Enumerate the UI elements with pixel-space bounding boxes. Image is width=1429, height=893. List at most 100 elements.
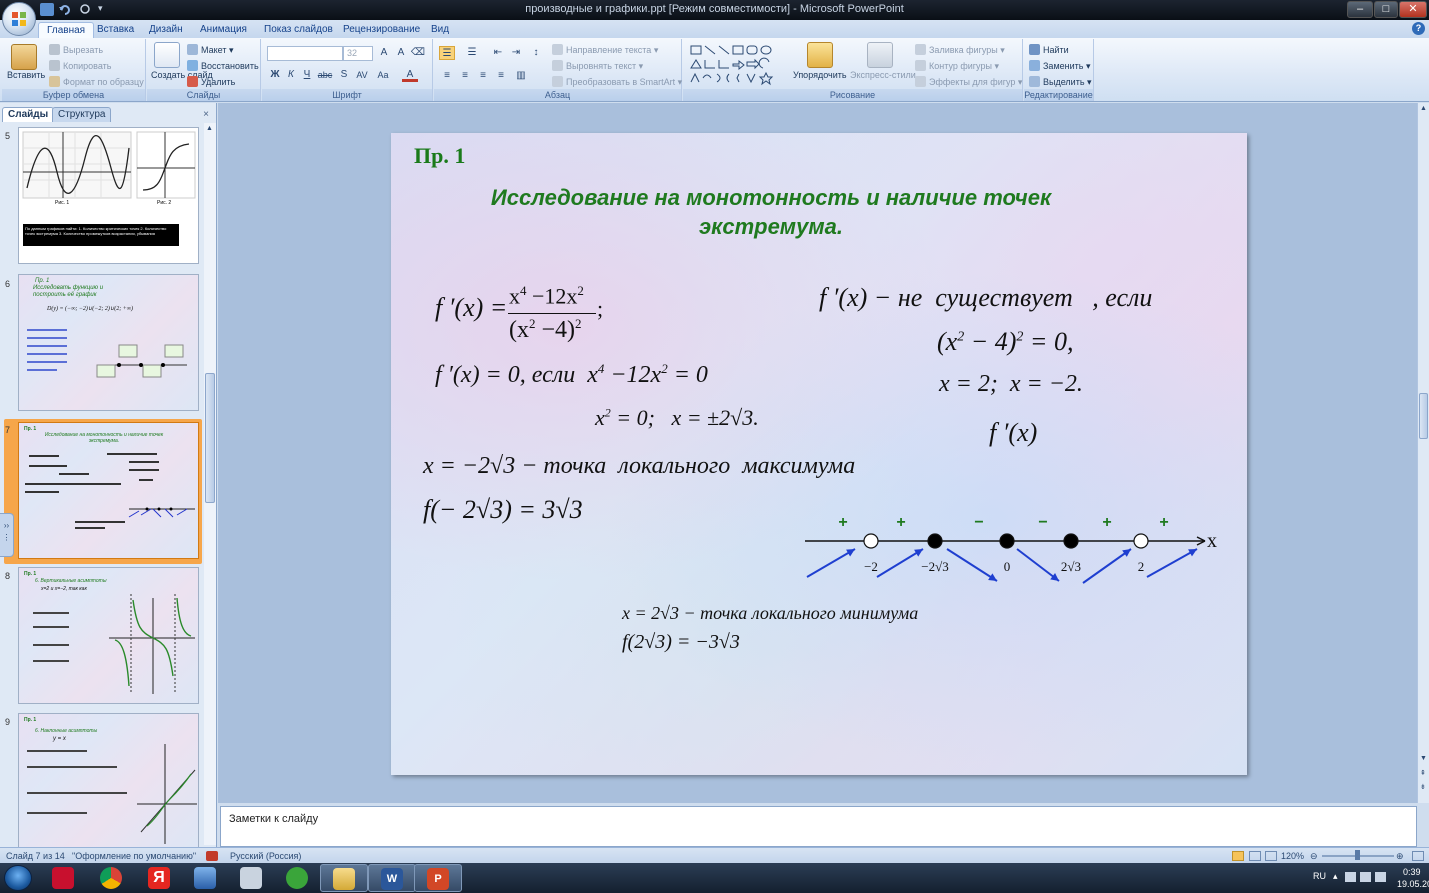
slide-thumbnail-9[interactable]: Пр. 1 6. Наклонные асимптоты y = x — [18, 713, 199, 850]
taskbar-app-chrome[interactable] — [88, 864, 136, 892]
spacing-button[interactable]: AV — [354, 68, 370, 82]
align-left-button[interactable]: ≡ — [439, 69, 455, 83]
shape-outline-button[interactable]: Контур фигуры ▾ — [915, 60, 999, 72]
language-indicator[interactable]: Русский (Россия) — [230, 851, 301, 861]
slide-sorter-icon[interactable] — [1249, 851, 1261, 861]
notes-pane[interactable]: Заметки к слайду — [220, 806, 1417, 847]
tab-outline[interactable]: Структура — [52, 107, 112, 122]
shape-effects-button[interactable]: Эффекты для фигур ▾ — [915, 76, 1022, 88]
zoom-level[interactable]: 120% — [1281, 851, 1304, 861]
pane-scrollbar[interactable]: ▲ — [204, 123, 216, 845]
editor-scroll-thumb[interactable] — [1419, 393, 1428, 439]
taskbar-app-tool[interactable] — [228, 864, 276, 892]
office-button[interactable] — [2, 2, 36, 36]
editor-scrollbar[interactable]: ▲ ▼ ⇞ ⇟ — [1417, 103, 1429, 803]
new-slide-icon[interactable] — [154, 42, 180, 68]
tab-home[interactable]: Главная — [38, 22, 95, 38]
arrange-icon[interactable] — [807, 42, 833, 68]
tab-view[interactable]: Вид — [423, 22, 457, 38]
cut-button[interactable]: Вырезать — [49, 44, 103, 55]
tab-slideshow[interactable]: Показ слайдов — [256, 22, 341, 38]
pane-resize-handle[interactable]: ›› ⋮ — [0, 513, 14, 557]
maximize-button[interactable]: □ — [1374, 1, 1398, 18]
align-right-button[interactable]: ≡ — [475, 69, 491, 83]
scroll-up-icon[interactable]: ▲ — [1420, 105, 1427, 112]
align-center-button[interactable]: ≡ — [457, 69, 473, 83]
underline-button[interactable]: Ч — [299, 68, 315, 82]
change-case-button[interactable]: Aa — [375, 68, 391, 82]
paste-button[interactable]: Вставить — [7, 70, 45, 80]
tab-insert[interactable]: Вставка — [89, 22, 142, 38]
quick-styles-icon[interactable] — [867, 42, 893, 68]
prev-slide-icon[interactable]: ⇞ — [1420, 769, 1426, 777]
fit-to-window-icon[interactable] — [1412, 851, 1424, 861]
find-button[interactable]: Найти — [1029, 44, 1069, 55]
align-text-button[interactable]: Выровнять текст ▾ — [552, 60, 643, 72]
replace-button[interactable]: Заменить ▾ — [1029, 60, 1090, 72]
slide-thumbnail-7[interactable]: Пр. 1 Исследование на монотонность и нал… — [18, 422, 199, 559]
italic-button[interactable]: К — [283, 68, 299, 82]
start-button[interactable] — [4, 865, 32, 891]
flag-icon[interactable] — [1345, 872, 1356, 882]
minimize-button[interactable]: – — [1347, 1, 1373, 18]
numbering-button[interactable]: ☰ — [464, 46, 480, 60]
taskbar-app-yandex[interactable]: Я — [136, 864, 184, 892]
clock-time[interactable]: 0:39 — [1403, 867, 1421, 877]
volume-icon[interactable] — [1375, 872, 1386, 882]
normal-view-icon[interactable] — [1232, 851, 1244, 861]
shadow-button[interactable]: S — [336, 68, 352, 82]
scroll-up-icon[interactable]: ▲ — [206, 125, 213, 132]
scroll-down-icon[interactable]: ▼ — [1420, 755, 1427, 762]
strikethrough-button[interactable]: abc — [317, 68, 333, 82]
text-direction-button[interactable]: Направление текста ▾ — [552, 44, 658, 56]
smartart-button[interactable]: Преобразовать в SmartArt ▾ — [552, 76, 682, 88]
taskbar-app-acrobat[interactable] — [40, 864, 88, 892]
select-button[interactable]: Выделить ▾ — [1029, 76, 1092, 88]
justify-button[interactable]: ≡ — [493, 69, 509, 83]
grow-font-button[interactable]: A — [376, 46, 392, 60]
taskbar-app-powerpoint[interactable]: P — [414, 864, 462, 892]
zoom-out-icon[interactable]: ⊖ — [1310, 851, 1318, 862]
tray-expand-icon[interactable]: ▴ — [1333, 871, 1338, 882]
font-size-field[interactable]: 32 — [343, 46, 373, 61]
tab-review[interactable]: Рецензирование — [335, 22, 428, 38]
slide-thumbnail-5[interactable]: Рис. 1 Рис. 2 По данным графиков найти: … — [18, 127, 199, 264]
shape-fill-button[interactable]: Заливка фигуры ▾ — [915, 44, 1005, 56]
zoom-in-icon[interactable]: ⊕ — [1396, 851, 1404, 862]
keyboard-language[interactable]: RU — [1313, 871, 1326, 881]
network-icon[interactable] — [1360, 872, 1371, 882]
bold-button[interactable]: Ж — [267, 68, 283, 82]
help-icon[interactable]: ? — [1412, 22, 1425, 35]
zoom-slider-thumb[interactable] — [1355, 850, 1360, 860]
taskbar-app-mediaplayer[interactable] — [182, 864, 230, 892]
shrink-font-button[interactable]: A — [393, 46, 409, 60]
slide-thumbnail-8[interactable]: Пр. 1 6. Вертикальные асимптоты x=2 и x=… — [18, 567, 199, 704]
delete-slide-button[interactable]: Удалить — [187, 76, 235, 87]
taskbar-app-explorer[interactable] — [320, 864, 368, 892]
next-slide-icon[interactable]: ⇟ — [1420, 783, 1426, 791]
arrange-button[interactable]: Упорядочить — [793, 70, 847, 80]
paste-icon[interactable] — [11, 44, 37, 70]
slide-canvas[interactable]: Пр. 1 Исследование на монотонность и нал… — [391, 133, 1247, 775]
bullets-button[interactable]: ☰ — [439, 46, 455, 60]
shapes-gallery[interactable] — [689, 44, 785, 86]
taskbar-app-utorrent[interactable] — [274, 864, 322, 892]
close-pane-icon[interactable]: × — [203, 109, 209, 120]
increase-indent-button[interactable]: ⇥ — [508, 46, 524, 60]
theme-name[interactable]: "Оформление по умолчанию" — [72, 851, 196, 861]
slideshow-view-icon[interactable] — [1265, 851, 1277, 861]
pane-scroll-thumb[interactable] — [205, 373, 215, 503]
taskbar-app-word[interactable]: W — [368, 864, 416, 892]
tab-animation[interactable]: Анимация — [192, 22, 255, 38]
decrease-indent-button[interactable]: ⇤ — [490, 46, 506, 60]
font-color-button[interactable]: A — [402, 68, 418, 82]
quick-styles-button[interactable]: Экспресс-стили — [850, 70, 916, 80]
slide-thumbnail-6[interactable]: Пр. 1 Исследовать функцию и построить её… — [18, 274, 199, 411]
columns-button[interactable]: ▥ — [513, 69, 529, 83]
copy-button[interactable]: Копировать — [49, 60, 111, 71]
clear-format-button[interactable]: ⌫ — [410, 46, 426, 60]
close-button[interactable]: ✕ — [1399, 1, 1427, 18]
font-name-field[interactable] — [267, 46, 343, 61]
format-painter-button[interactable]: Формат по образцу — [49, 76, 144, 87]
line-spacing-button[interactable]: ↕ — [528, 46, 544, 60]
